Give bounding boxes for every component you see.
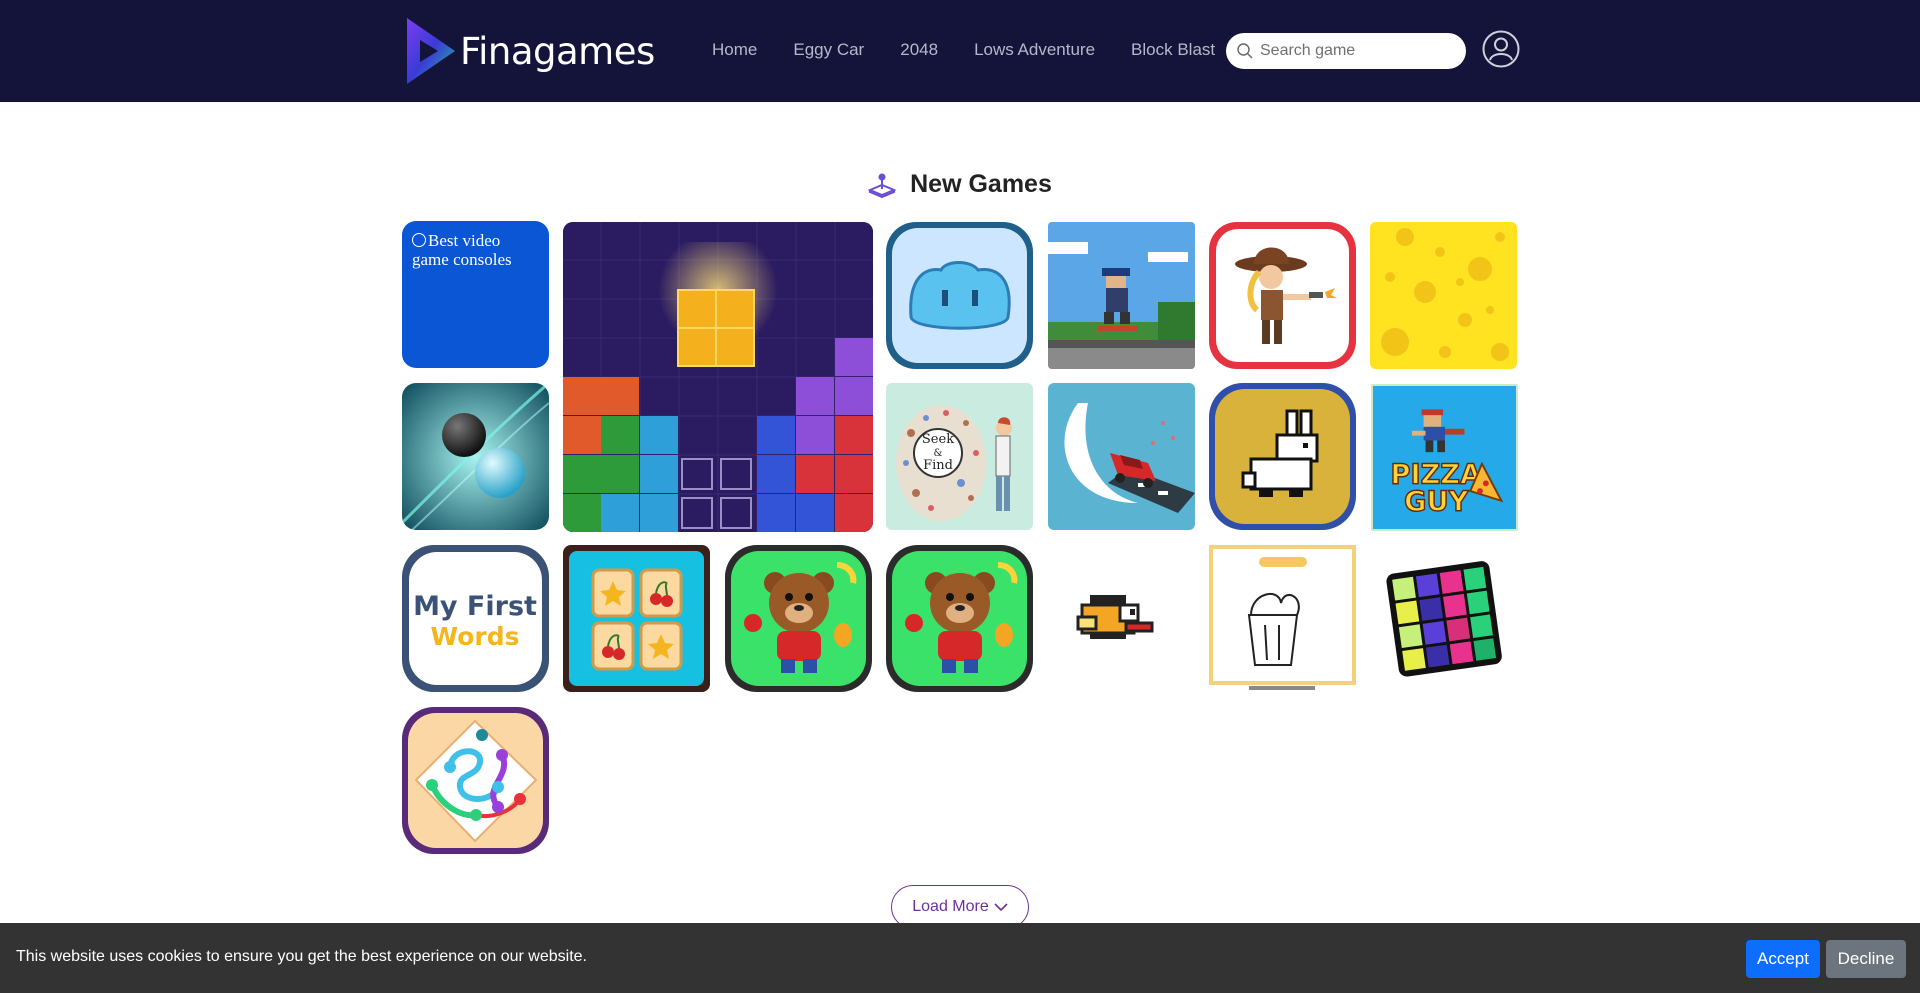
game-tile-cheese[interactable] [1370, 222, 1517, 369]
connect-thumbnail [408, 713, 543, 848]
load-more-label: Load More [912, 898, 989, 915]
game-tile-block-blast[interactable] [563, 222, 873, 532]
slime-thumbnail [892, 228, 1027, 363]
pizza-guy-thumbnail: PIZZA GUY [1373, 386, 1516, 529]
balls-thumbnail [402, 383, 549, 530]
game-tile-connect-dots[interactable] [402, 707, 549, 854]
site-logo[interactable]: Finagames [403, 16, 655, 86]
icecream-thumbnail [1209, 545, 1356, 690]
game-tile-pizza-guy[interactable]: PIZZA GUY [1371, 384, 1518, 531]
cheese-thumbnail [1370, 222, 1517, 369]
accept-cookies-button[interactable]: Accept [1746, 940, 1820, 978]
block-puzzle-thumbnail [563, 222, 873, 532]
ad-tile[interactable]: Best video game consoles [402, 221, 549, 368]
grid-thumbnail [1386, 561, 1502, 677]
nav-eggy-car[interactable]: Eggy Car [793, 40, 864, 60]
game-tile-blue-slime[interactable] [886, 222, 1033, 369]
section-title: New Games [910, 170, 1052, 198]
user-account-icon[interactable] [1482, 30, 1520, 68]
nav-home[interactable]: Home [712, 40, 757, 60]
my-first-text: My First [413, 591, 537, 622]
search-box [1226, 33, 1466, 69]
chevron-down-icon [994, 903, 1008, 912]
logo-text: Finagames [460, 29, 655, 73]
guy-text: GUY [1404, 487, 1468, 518]
rabbit-thumbnail [1215, 389, 1350, 524]
main-nav: Home Eggy Car 2048 Lows Adventure Block … [712, 40, 1251, 60]
seek-find-thumbnail: Seek & Find [886, 383, 1033, 530]
bear-thumbnail [731, 551, 866, 686]
game-tile-car-drift[interactable] [1048, 383, 1195, 530]
seek-text: Seek [922, 432, 954, 447]
ad-label: Best video game consoles [412, 231, 512, 269]
nav-block-blast[interactable]: Block Blast [1131, 40, 1215, 60]
nav-2048[interactable]: 2048 [900, 40, 938, 60]
game-tile-seek-and-find[interactable]: Seek & Find [886, 383, 1033, 530]
nav-lows-adventure[interactable]: Lows Adventure [974, 40, 1095, 60]
game-tile-ice-cream-drawing[interactable] [1209, 545, 1356, 692]
game-tile-bear-fruits-1[interactable] [725, 545, 872, 692]
game-tile-pixel-rabbit[interactable] [1209, 383, 1356, 530]
cookie-text: This website uses cookies to ensure you … [16, 948, 587, 965]
game-tile-bear-fruits-2[interactable] [886, 545, 1033, 692]
cookie-banner: This website uses cookies to ensure you … [0, 923, 1920, 993]
game-tile-flappy-bird[interactable] [1048, 545, 1195, 692]
bird-thumbnail [1048, 545, 1195, 692]
play-logo-icon [407, 18, 455, 84]
joystick-icon [868, 173, 897, 198]
decline-cookies-button[interactable]: Decline [1826, 940, 1906, 978]
cowgirl-thumbnail [1216, 229, 1349, 362]
bear-thumbnail [892, 551, 1027, 686]
car-thumbnail [1048, 383, 1195, 530]
new-games-heading: New Games [0, 170, 1920, 199]
skater-thumbnail [1048, 222, 1195, 369]
search-icon [1237, 43, 1253, 59]
game-tile-memory-match[interactable] [563, 545, 710, 692]
words-thumbnail: My First Words [409, 552, 542, 685]
find-text: Find [923, 458, 953, 473]
game-tile-cowgirl-shooter[interactable] [1209, 222, 1356, 369]
game-tile-balls[interactable] [402, 383, 549, 530]
ad-arrow-icon [412, 233, 426, 247]
words-text: Words [431, 622, 520, 651]
memory-thumbnail [569, 551, 704, 686]
game-tile-color-grid[interactable] [1370, 545, 1517, 692]
game-tile-pixel-skater[interactable] [1048, 222, 1195, 369]
search-input[interactable] [1260, 42, 1450, 60]
site-header: Finagames Home Eggy Car 2048 Lows Advent… [0, 0, 1920, 102]
game-tile-my-first-words[interactable]: My First Words [402, 545, 549, 692]
